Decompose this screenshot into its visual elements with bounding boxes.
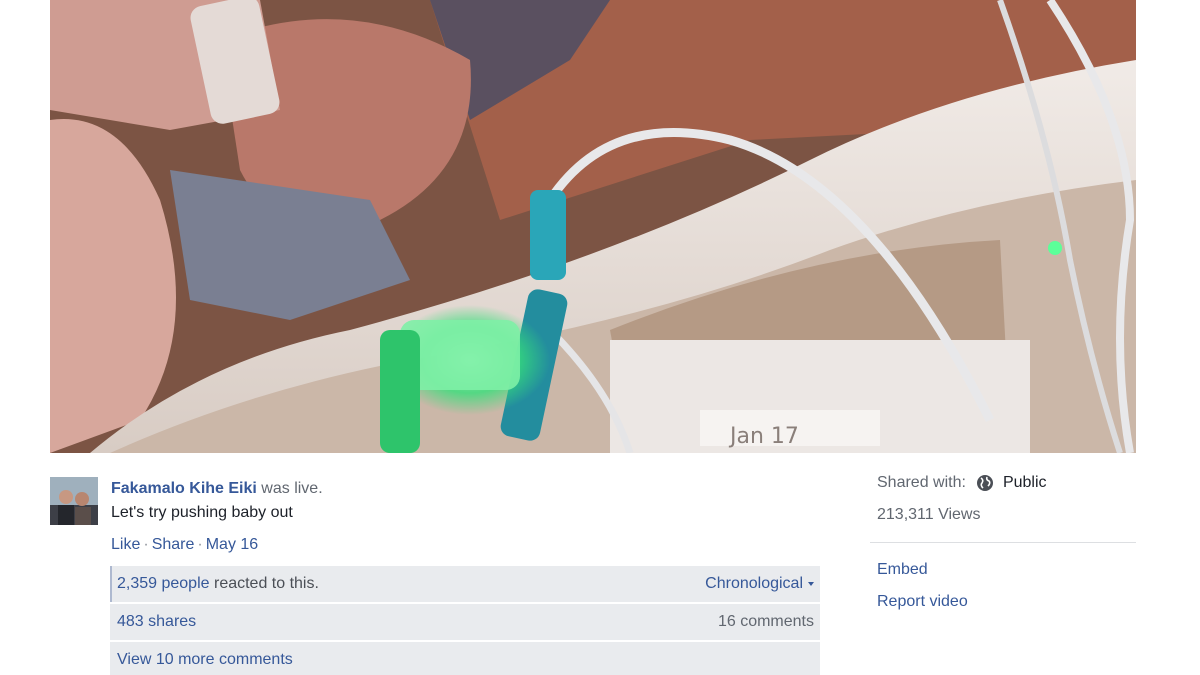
post-header: Fakamalo Kihe Eiki was live. (111, 479, 323, 499)
view-more-comments-link[interactable]: View 10 more comments (117, 651, 293, 669)
reactions-count-link[interactable]: 2,359 people (117, 575, 210, 592)
view-count: 213,311 Views (877, 506, 981, 523)
shares-count-link[interactable]: 483 shares (117, 613, 196, 631)
embed-link[interactable]: Embed (877, 559, 928, 581)
feedback-section: 2,359 people reacted to this. Chronologi… (110, 566, 820, 675)
video-permalink-page: Jan 17 Fakamalo Kihe Eiki was live. Let'… (0, 0, 1200, 675)
shares-comments-row: 483 shares 16 comments (110, 604, 820, 640)
separator-dot: · (143, 536, 149, 553)
reactions-summary: 2,359 people reacted to this. (117, 575, 319, 593)
like-link[interactable]: Like (111, 536, 140, 553)
comment-sort-dropdown[interactable]: Chronological (705, 575, 814, 593)
separator-dot: · (197, 536, 203, 553)
report-video-link[interactable]: Report video (877, 591, 968, 613)
share-link[interactable]: Share (152, 536, 195, 553)
post-date-link[interactable]: May 16 (206, 536, 258, 553)
post-message: Let's try pushing baby out (111, 504, 293, 521)
post-actions: Like · Share · May 16 (111, 535, 258, 555)
shared-with-label: Shared with: (877, 474, 966, 491)
view-more-row: View 10 more comments (110, 642, 820, 675)
reactions-suffix: reacted to this. (213, 575, 319, 592)
author-avatar[interactable] (50, 477, 98, 525)
video-player[interactable]: Jan 17 (50, 0, 1136, 453)
video-date-stamp: Jan 17 (728, 424, 799, 449)
globe-icon (976, 475, 993, 491)
video-frame: Jan 17 (50, 0, 1136, 453)
privacy-info: Shared with: Public (877, 472, 1047, 494)
sort-label: Chronological (705, 575, 803, 592)
author-name-link[interactable]: Fakamalo Kihe Eiki (111, 480, 257, 497)
sidebar-divider (870, 542, 1136, 543)
privacy-value: Public (1002, 474, 1047, 491)
live-status-text: was live. (261, 480, 323, 497)
reactions-row: 2,359 people reacted to this. Chronologi… (110, 566, 820, 602)
comments-count-link[interactable]: 16 comments (718, 613, 814, 631)
avatar-image (50, 477, 98, 525)
caret-down-icon (808, 581, 814, 586)
